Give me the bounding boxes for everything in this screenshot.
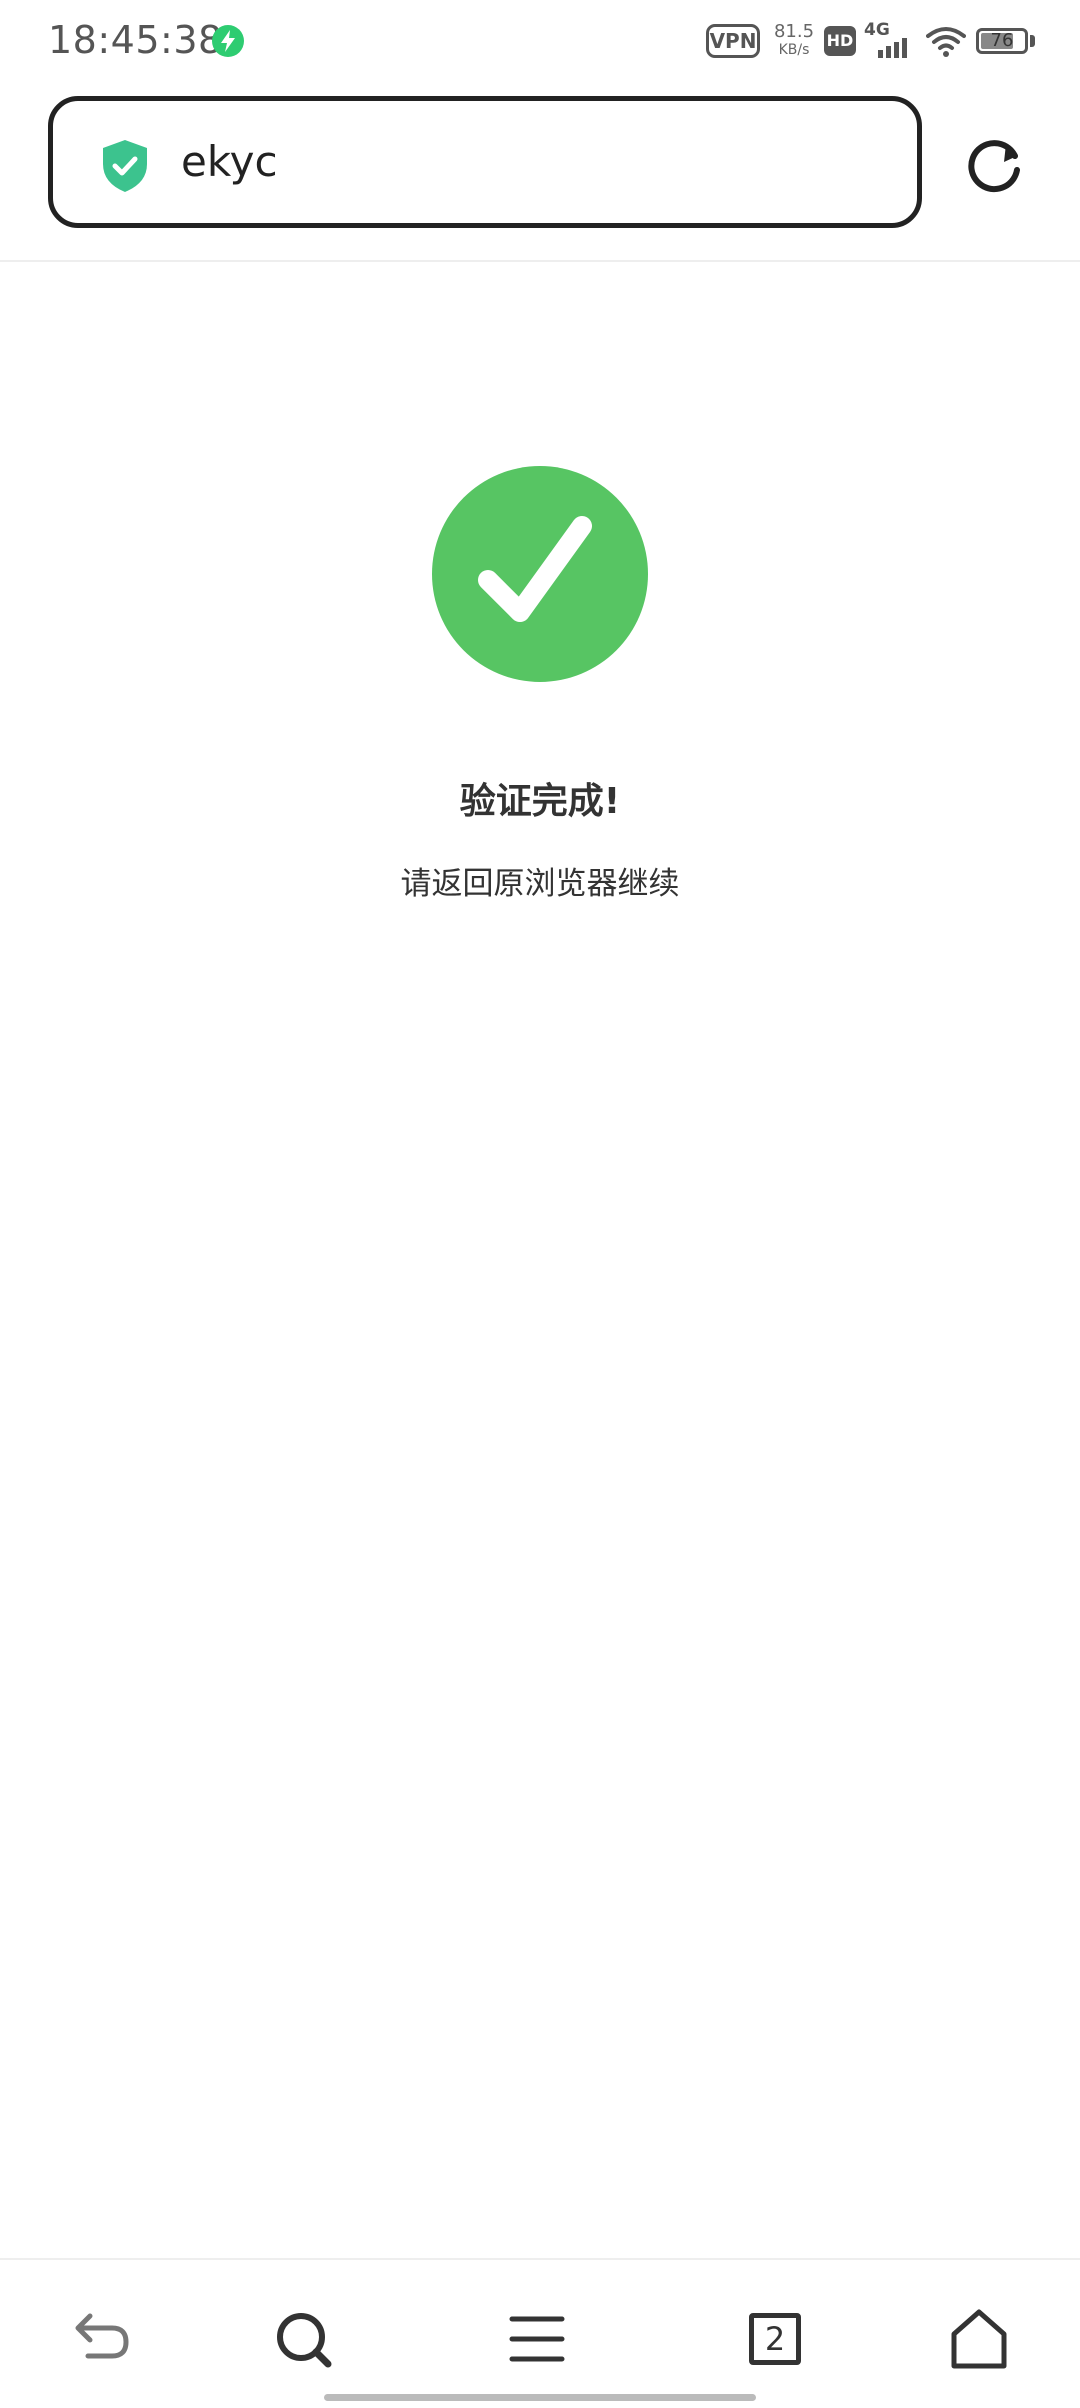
search-button[interactable] — [268, 2304, 338, 2374]
status-bar: 18:45:38 VPN 81.5 KB/s HD 4G 76 — [0, 0, 1080, 82]
hamburger-menu-icon — [509, 2316, 565, 2362]
wifi-icon — [926, 26, 966, 62]
tabs-button[interactable]: 2 — [740, 2304, 810, 2374]
battery-tip — [1030, 35, 1035, 47]
success-icon — [432, 466, 648, 682]
charging-icon — [212, 25, 244, 57]
browser-toolbar: ekyc — [0, 82, 1080, 262]
tab-count: 2 — [749, 2313, 801, 2365]
home-button[interactable] — [944, 2304, 1014, 2374]
address-bar[interactable]: ekyc — [48, 96, 922, 228]
shield-check-icon — [99, 137, 151, 199]
vpn-badge: VPN — [706, 24, 760, 58]
page-subtitle: 请返回原浏览器继续 — [400, 866, 680, 902]
network-speed-unit: KB/s — [778, 42, 810, 58]
battery-level: 76 — [990, 30, 1014, 51]
home-indicator[interactable] — [324, 2394, 756, 2401]
home-icon — [951, 2309, 1007, 2369]
cellular-signal-icon: 4G — [864, 20, 916, 60]
page-title: 验证完成! — [459, 781, 621, 822]
url-text[interactable]: ekyc — [181, 137, 278, 186]
search-icon — [277, 2313, 332, 2368]
network-speed: 81.5 KB/s — [772, 21, 816, 59]
hd-badge: HD — [824, 26, 856, 56]
refresh-icon[interactable] — [960, 132, 1030, 202]
battery-icon: 76 — [976, 28, 1028, 54]
signal-type-label: 4G — [864, 20, 890, 40]
back-button[interactable] — [66, 2304, 136, 2374]
status-time: 18:45:38 — [48, 18, 223, 62]
menu-button[interactable] — [502, 2304, 572, 2374]
network-speed-value: 81.5 — [773, 21, 815, 42]
back-arrow-icon — [75, 2313, 129, 2359]
bottom-navigation: 2 — [0, 2258, 1080, 2408]
